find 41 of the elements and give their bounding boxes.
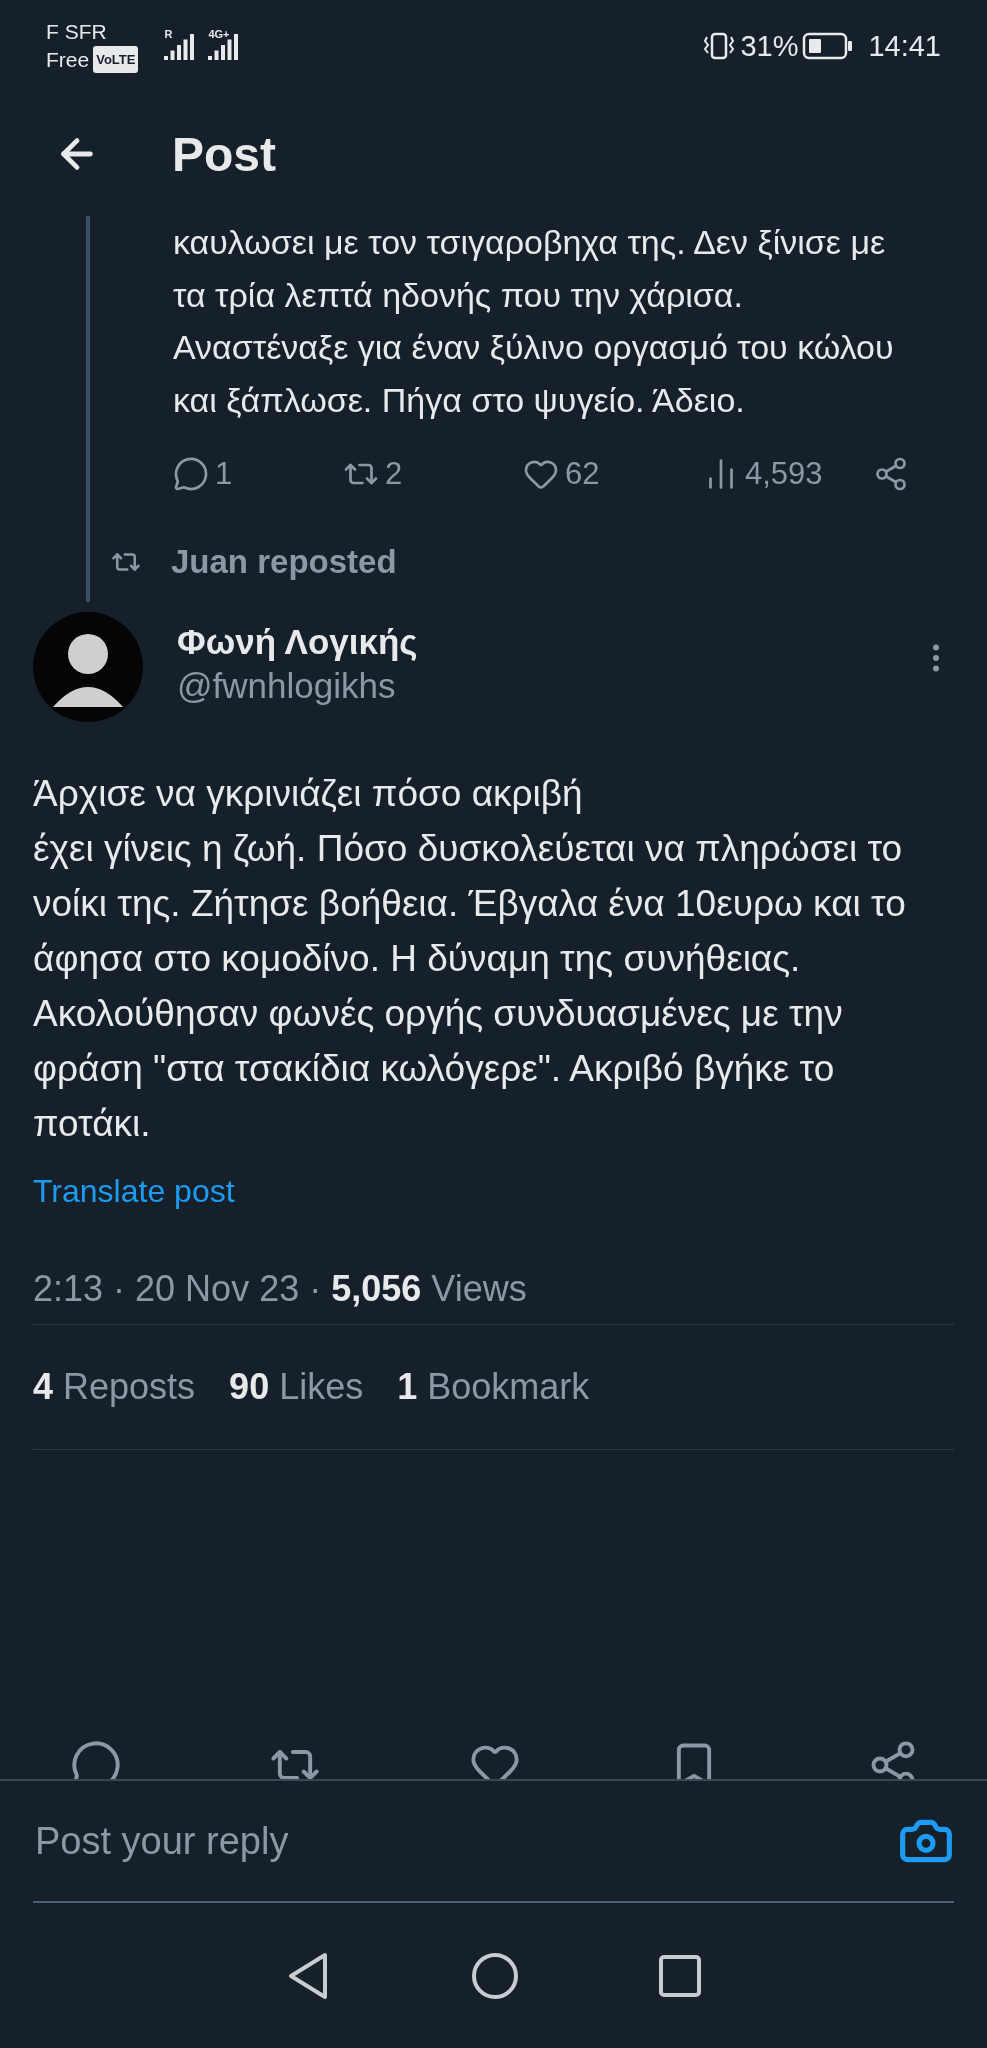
reply-field[interactable]: Post your reply	[33, 1818, 898, 1864]
network-name: Free	[46, 47, 90, 72]
stat-label[interactable]: Bookmark	[427, 1366, 590, 1408]
repost-label: Juan reposted	[171, 543, 397, 581]
battery-icon	[802, 32, 855, 60]
avatar[interactable]	[33, 612, 143, 722]
reply-count: 1	[215, 456, 233, 492]
reply-icon[interactable]	[70, 1739, 122, 1779]
page-title: Post	[172, 126, 276, 182]
reply-icon[interactable]	[173, 456, 209, 492]
views-count: 4,593	[745, 456, 823, 492]
post-date: 20 Nov 23	[135, 1268, 300, 1310]
stat-count: 4	[33, 1366, 54, 1408]
stat-label[interactable]: Likes	[279, 1366, 364, 1408]
volte-badge: VoLTE	[93, 46, 139, 73]
recents-icon[interactable]	[658, 1954, 701, 1997]
roaming-label: R	[164, 28, 173, 40]
share-icon[interactable]	[873, 456, 909, 492]
stat-count: 90	[229, 1366, 270, 1408]
signal-icon	[208, 32, 241, 60]
post-text: Άρχισε να γκρινιάζει πόσο ακριβή έχει γίνεις η ζωή. Πόσο δυσκολεύεται να πληρώσει το νοίκι της. Ζήτησε βοήθεια. Έβγαλα ένα 10ευρω και το άφησα στο κομοδίνο. Η δύναμη της συνήθειας. Ακολούθησαν φωνές οργής συνδυασμένες με την φράση "στα τσακίδια κωλόγερε". Ακριβό βγήκε το ποτάκι.	[33, 772, 907, 1146]
stat-label[interactable]: Reposts	[63, 1366, 196, 1408]
network-type-label: 4G+	[208, 28, 230, 40]
post-time: 2:13	[33, 1268, 104, 1310]
clock-time: 14:41	[868, 29, 941, 63]
repost-count: 2	[385, 456, 403, 492]
stat-count: 1	[397, 1366, 418, 1408]
author-name[interactable]: Φωνή Λογικής	[177, 622, 884, 662]
views-count: 5,056	[331, 1268, 422, 1310]
battery-percent: 31%	[740, 29, 799, 63]
home-icon[interactable]	[470, 1951, 519, 2000]
previous-post-text: καυλωσει με τον τσιγαροβηχα της. Δεν ξίνισε με τα τρία λεπτά ηδονής που την χάρισα. Αναστέναξε για έναν ξύλινο οργασμό του κώλου και ξάπλωσε. Πήγα στο ψυγείο. Άδειο.	[173, 222, 895, 421]
vibrate-icon	[702, 32, 737, 60]
carrier-name: F SFR	[46, 19, 108, 44]
translate-link[interactable]: Translate post	[33, 1173, 235, 1210]
separator-dot: ·	[309, 1268, 322, 1310]
signal-icon	[164, 32, 197, 60]
author-handle[interactable]: @fwnhlogikhs	[177, 666, 884, 706]
separator-dot: ·	[113, 1268, 126, 1310]
views-label: Views	[431, 1268, 527, 1310]
like-count: 62	[565, 456, 600, 492]
